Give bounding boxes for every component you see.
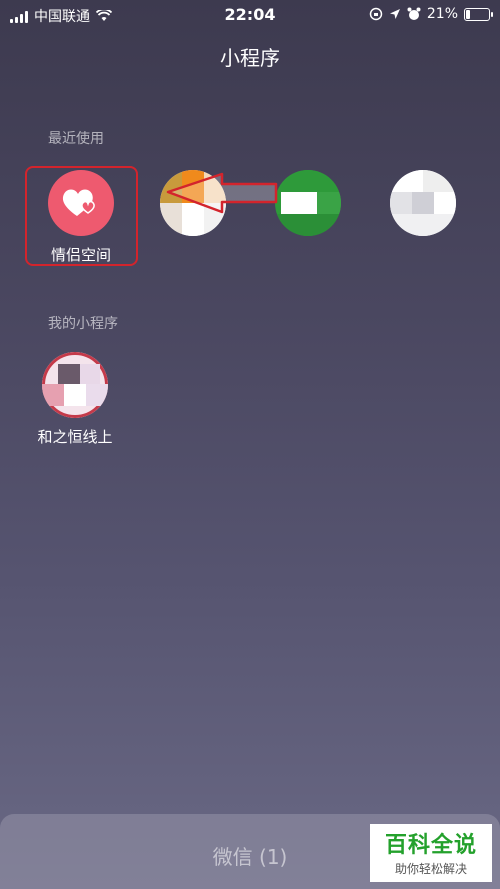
watermark-title: 百科全说 bbox=[384, 833, 477, 858]
arrow-annotation bbox=[166, 172, 278, 214]
blurred-icon bbox=[42, 352, 108, 418]
watermark-logo: 百科全说 助你轻松解决 bbox=[370, 824, 492, 882]
app-mine-1[interactable]: 和之恒线上 bbox=[25, 352, 125, 447]
app-name: 和之恒线上 bbox=[37, 428, 113, 446]
mine-section-label: 我的小程序 bbox=[48, 316, 118, 332]
watermark-subtitle: 助你轻松解决 bbox=[394, 862, 467, 876]
